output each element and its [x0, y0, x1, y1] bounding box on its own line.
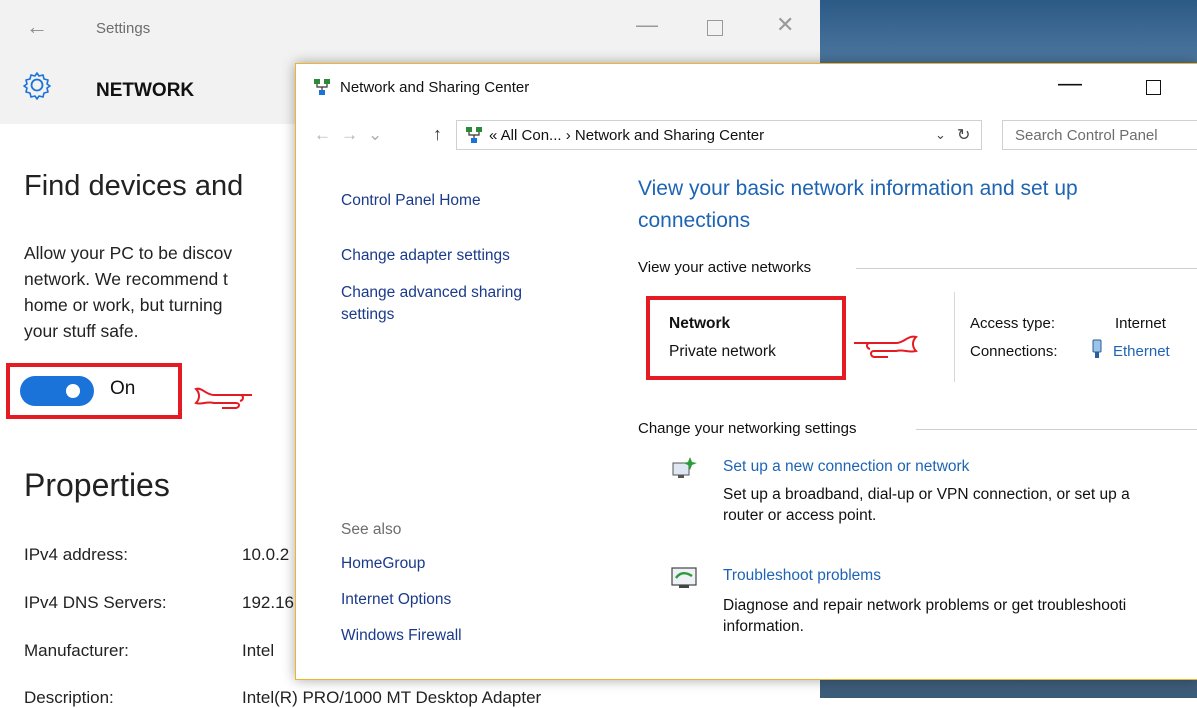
back-arrow-icon[interactable]: ←	[26, 14, 48, 40]
divider	[856, 268, 1197, 269]
new-connection-icon	[672, 457, 697, 478]
close-button[interactable]: ✕	[776, 12, 794, 38]
up-arrow-icon[interactable]: ↑	[433, 124, 442, 145]
desc-line: home or work, but turning	[24, 295, 223, 315]
network-icon	[314, 79, 330, 95]
property-value: 192.16	[242, 593, 294, 612]
desc-line: Diagnose and repair network problems or …	[723, 597, 1127, 614]
divider	[916, 429, 1197, 430]
desc-line: router or access point.	[723, 507, 877, 524]
window-title: Network and Sharing Center	[340, 79, 530, 96]
homegroup-link[interactable]: HomeGroup	[341, 555, 425, 573]
main-heading: View your basic network information and …	[638, 173, 1178, 237]
desc-line: Set up a broadband, dial-up or VPN conne…	[723, 486, 1130, 503]
internet-options-link[interactable]: Internet Options	[341, 591, 451, 609]
task-description: Set up a broadband, dial-up or VPN conne…	[723, 484, 1197, 526]
maximize-button[interactable]	[1146, 80, 1161, 95]
heading-line: View your basic network information and …	[638, 177, 1078, 200]
property-row: Description: Intel(R) PRO/1000 MT Deskto…	[24, 688, 541, 708]
ethernet-link[interactable]: Ethernet	[1113, 343, 1170, 360]
task-description: Diagnose and repair network problems or …	[723, 595, 1197, 637]
desc-line: information.	[723, 618, 804, 635]
troubleshoot-icon	[671, 567, 697, 588]
access-type-value: Internet	[1115, 315, 1166, 332]
change-adapter-settings-link[interactable]: Change adapter settings	[341, 247, 510, 265]
ethernet-icon	[1092, 339, 1102, 358]
property-value: Intel	[242, 641, 275, 660]
property-label: IPv4 address:	[24, 545, 128, 564]
control-panel-home-link[interactable]: Control Panel Home	[341, 192, 481, 210]
pointing-hand-icon	[854, 335, 918, 358]
desc-line: Allow your PC to be discov	[24, 243, 233, 263]
properties-heading: Properties	[24, 467, 170, 503]
page-title: NETWORK	[96, 80, 195, 101]
address-bar[interactable]: « All Con... › Network and Sharing Cente…	[456, 120, 982, 150]
setup-connection-link[interactable]: Set up a new connection or network	[723, 458, 969, 476]
property-value: Intel(R) PRO/1000 MT Desktop Adapter	[242, 688, 542, 707]
settings-title: Settings	[96, 20, 151, 37]
active-networks-label: View your active networks	[638, 259, 812, 276]
property-row: Manufacturer: Intel	[24, 641, 274, 661]
chevron-down-icon[interactable]: ⌄	[935, 127, 946, 143]
property-label: Manufacturer:	[24, 641, 129, 660]
minimize-button[interactable]: —	[1058, 70, 1082, 98]
connections-label: Connections:	[970, 343, 1058, 360]
property-value: 10.0.2	[242, 545, 290, 564]
breadcrumb[interactable]: « All Con... › Network and Sharing Cente…	[489, 127, 764, 144]
network-icon	[466, 127, 482, 143]
minimize-button[interactable]: —	[636, 12, 658, 38]
pointing-hand-icon	[194, 387, 252, 409]
settings-titlebar: ← Settings — ✕	[0, 0, 820, 62]
find-devices-heading: Find devices and	[24, 170, 244, 202]
change-advanced-sharing-link[interactable]: Change advanced sharing	[341, 284, 522, 302]
change-settings-label: Change your networking settings	[638, 420, 857, 437]
windows-firewall-link[interactable]: Windows Firewall	[341, 627, 462, 645]
access-type-label: Access type:	[970, 315, 1056, 332]
divider	[954, 292, 955, 382]
troubleshoot-link[interactable]: Troubleshoot problems	[723, 567, 881, 585]
back-forward-icon[interactable]: ←→⌄	[314, 125, 392, 145]
property-row: IPv4 DNS Servers: 192.16	[24, 593, 294, 613]
highlight-box	[6, 363, 182, 419]
find-devices-description: Allow your PC to be discov network. We r…	[24, 240, 294, 344]
search-input[interactable]: Search Control Panel	[1002, 120, 1197, 150]
refresh-icon[interactable]: ↻	[957, 125, 970, 145]
property-row: IPv4 address: 10.0.2	[24, 545, 289, 565]
see-also-label: See also	[341, 521, 402, 538]
network-sharing-center-window: Network and Sharing Center — ←→⌄ ↑ « All…	[295, 63, 1197, 680]
highlight-box	[646, 296, 846, 380]
change-advanced-sharing-link[interactable]: settings	[341, 306, 394, 324]
property-label: IPv4 DNS Servers:	[24, 593, 167, 612]
desc-line: network. We recommend t	[24, 269, 228, 289]
maximize-button[interactable]	[707, 20, 723, 36]
desc-line: your stuff safe.	[24, 321, 139, 341]
gear-icon	[23, 72, 51, 100]
heading-line: connections	[638, 209, 751, 232]
